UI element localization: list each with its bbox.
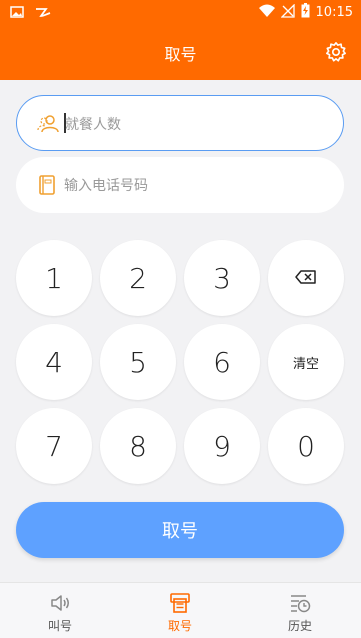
app-header: 取号 <box>0 24 361 80</box>
page-title: 取号 <box>164 45 197 64</box>
ticket-printer-icon <box>120 591 240 615</box>
backspace-key[interactable] <box>268 240 344 316</box>
key-label: 2 <box>129 261 147 295</box>
key-7[interactable]: 7 <box>16 408 92 484</box>
key-label: 5 <box>129 345 147 379</box>
tab-history[interactable]: 历史 <box>240 591 360 634</box>
clear-label: 清空 <box>292 356 319 372</box>
key-3[interactable]: 3 <box>184 240 260 316</box>
battery-charging-icon <box>301 3 310 22</box>
party-size-field[interactable]: 就餐人数 <box>16 95 344 151</box>
status-time: 10:15 <box>315 5 353 20</box>
tab-label: 历史 <box>287 619 312 633</box>
key-label: 3 <box>213 261 231 295</box>
key-label: 9 <box>213 429 231 463</box>
key-0[interactable]: 0 <box>268 408 344 484</box>
tab-label: 取号 <box>167 619 192 633</box>
swirl-icon <box>34 4 52 23</box>
get-number-button[interactable]: 取号 <box>16 502 344 558</box>
history-icon <box>240 591 360 615</box>
status-bar: 10:15 <box>0 0 361 24</box>
no-signal-icon <box>279 3 295 22</box>
wifi-icon <box>258 3 275 22</box>
key-9[interactable]: 9 <box>184 408 260 484</box>
tab-label: 叫号 <box>47 619 72 633</box>
key-label: 4 <box>45 345 63 379</box>
key-label: 1 <box>45 261 63 295</box>
key-label: 6 <box>213 345 231 379</box>
key-8[interactable]: 8 <box>100 408 176 484</box>
tab-call-number[interactable]: 叫号 <box>0 591 120 634</box>
people-icon <box>37 113 59 135</box>
backspace-icon <box>295 269 317 288</box>
phone-field[interactable]: 输入电话号码 <box>16 157 344 213</box>
key-6[interactable]: 6 <box>184 324 260 400</box>
phone-book-icon <box>36 174 58 196</box>
gear-icon[interactable] <box>325 41 347 63</box>
key-label: 8 <box>129 429 147 463</box>
phone-placeholder: 输入电话号码 <box>64 178 148 194</box>
key-label: 0 <box>297 429 315 463</box>
bottom-tab-bar: 叫号 取号 历史 <box>0 582 361 638</box>
key-label: 7 <box>45 429 63 463</box>
tab-get-number[interactable]: 取号 <box>120 591 240 634</box>
key-2[interactable]: 2 <box>100 240 176 316</box>
key-4[interactable]: 4 <box>16 324 92 400</box>
key-5[interactable]: 5 <box>100 324 176 400</box>
clear-key[interactable]: 清空 <box>268 324 344 400</box>
image-icon <box>10 4 24 23</box>
key-1[interactable]: 1 <box>16 240 92 316</box>
speaker-icon <box>0 591 120 615</box>
party-size-placeholder: 就餐人数 <box>65 117 121 133</box>
